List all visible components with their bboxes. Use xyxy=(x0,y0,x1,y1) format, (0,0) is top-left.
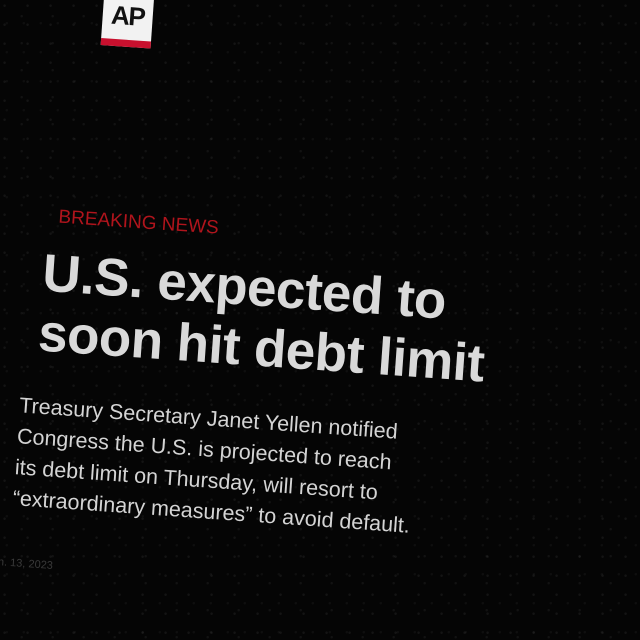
headline: U.S. expected to soon hit debt limit xyxy=(36,244,503,396)
publish-date: Jan. 13, 2023 xyxy=(0,555,54,572)
breaking-news-screen: AP BREAKING NEWS U.S. expected to soon h… xyxy=(0,0,640,640)
logo-text: AP xyxy=(110,0,146,32)
logo-red-bar xyxy=(100,38,152,49)
summary: Treasury Secretary Janet Yellen notified… xyxy=(12,390,490,546)
news-card: AP BREAKING NEWS U.S. expected to soon h… xyxy=(0,0,640,640)
breaking-news-label: BREAKING NEWS xyxy=(57,206,220,239)
ap-logo: AP xyxy=(100,0,155,49)
